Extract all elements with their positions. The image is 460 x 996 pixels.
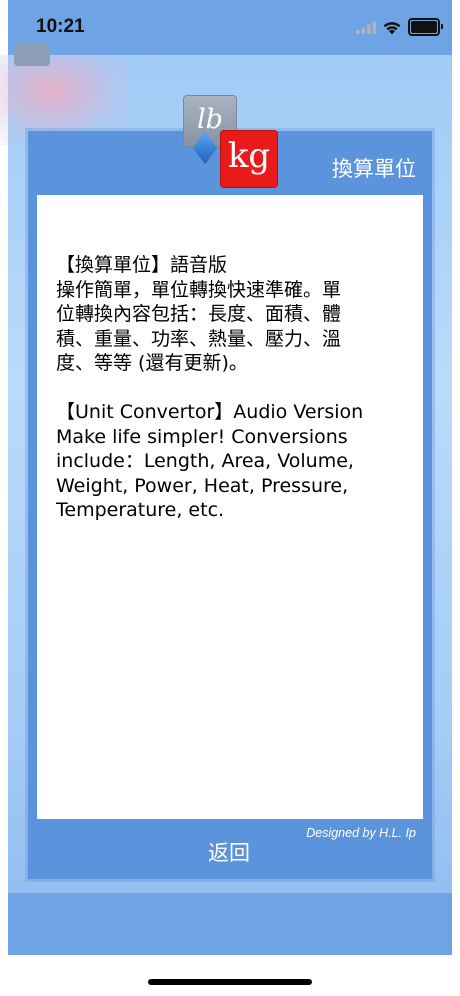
- description-line: 位轉換內容包括：長度、面積、體: [56, 303, 342, 325]
- description-line: 【換算單位】語音版: [56, 254, 228, 276]
- description-line: Make life simpler! Conversions: [56, 425, 348, 448]
- description-line: 積、重量、功率、熱量、壓力、溫: [56, 327, 342, 350]
- back-button[interactable]: 返回: [208, 837, 250, 867]
- cellular-signal-icon: [356, 21, 376, 34]
- background-bottom-bar: [8, 893, 452, 955]
- description-line: 【Unit Convertor】Audio Version: [56, 401, 364, 423]
- about-dialog: 換算單位 【換算單位】語音版 操作簡單，單位轉換快速準確。單 位轉換內容包括：長…: [28, 131, 432, 879]
- description-line: Weight, Power, Heat, Pressure,: [56, 474, 349, 497]
- designer-credit: Designed by H.L. Ip: [306, 826, 416, 840]
- dialog-title: 換算單位: [332, 157, 416, 181]
- home-indicator[interactable]: [148, 979, 312, 985]
- status-icons: [356, 18, 443, 36]
- status-time: 10:21: [36, 16, 85, 37]
- battery-icon: [408, 18, 443, 36]
- description-line: include：Length, Area, Volume,: [56, 450, 354, 472]
- description-text: 【換算單位】語音版 操作簡單，單位轉換快速準確。單 位轉換內容包括：長度、面積、…: [37, 195, 423, 523]
- app-logo: lb kg: [183, 95, 278, 190]
- description-line: Temperature, etc.: [56, 499, 225, 521]
- description-line: 操作簡單，單位轉換快速準確。單: [56, 278, 342, 301]
- status-bar: 10:21: [0, 0, 460, 55]
- wifi-icon: [383, 21, 401, 34]
- kg-icon: kg: [220, 130, 278, 188]
- description-panel: 【換算單位】語音版 操作簡單，單位轉換快速準確。單 位轉換內容包括：長度、面積、…: [37, 195, 423, 819]
- description-line: 度、等等 (還有更新)。: [56, 352, 248, 374]
